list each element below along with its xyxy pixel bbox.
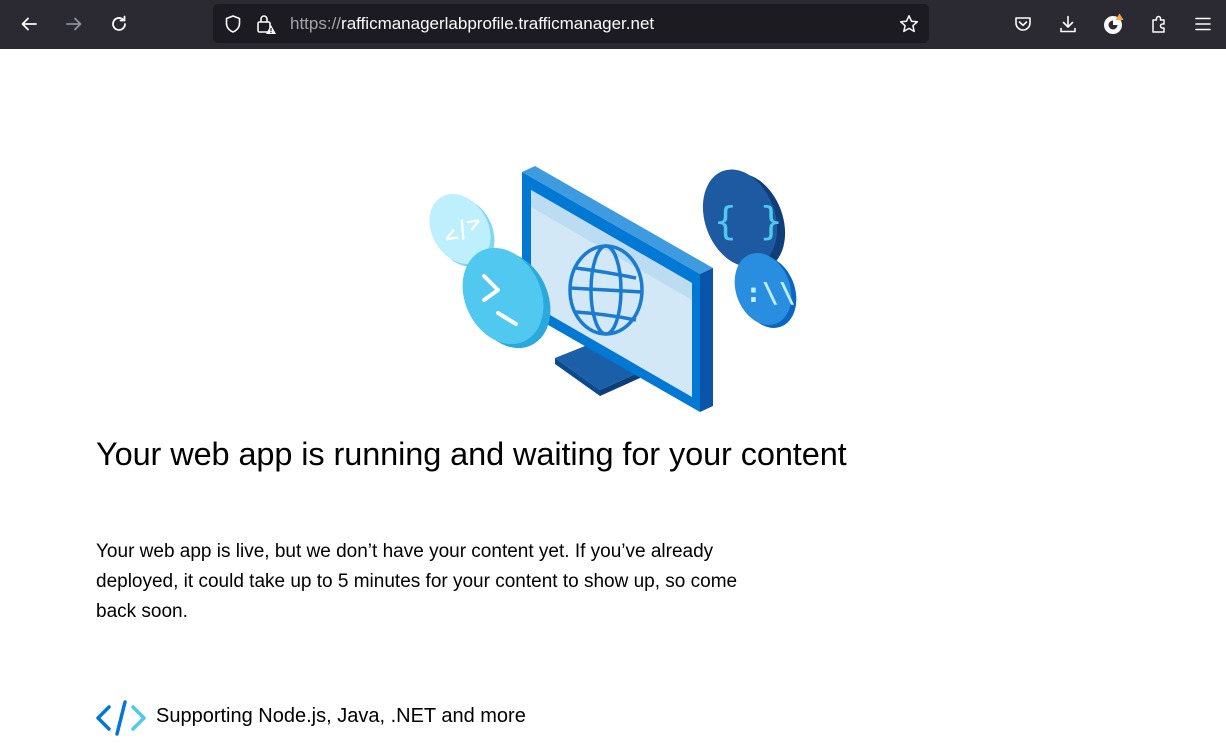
download-icon <box>1060 15 1076 33</box>
browser-toolbar: https://rafficmanagerlabprofile.trafficm… <box>0 0 1226 49</box>
hero-illustration: </> { } :\\ <box>420 155 810 420</box>
extensions-icon <box>1152 15 1165 33</box>
address-bar[interactable]: https://rafficmanagerlabprofile.trafficm… <box>213 4 929 43</box>
account-icon <box>1104 13 1124 34</box>
extensions-button[interactable] <box>1143 8 1175 40</box>
svg-text:{ }: { } <box>714 199 783 243</box>
account-button[interactable] <box>1098 8 1130 40</box>
reload-icon <box>112 15 126 31</box>
pocket-button[interactable] <box>1007 8 1039 40</box>
menu-button[interactable] <box>1187 8 1219 40</box>
url-scheme: https:// <box>290 14 342 33</box>
insecure-lock-icon[interactable] <box>254 12 278 36</box>
reload-button[interactable] <box>103 8 135 40</box>
downloads-button[interactable] <box>1052 8 1084 40</box>
bookmark-star-icon[interactable] <box>897 12 921 36</box>
tracking-shield-icon[interactable] <box>221 12 245 36</box>
menu-icon <box>1195 17 1211 31</box>
back-arrow-icon <box>21 17 37 31</box>
code-brackets-icon <box>96 700 146 741</box>
page-description: Your web app is live, but we don’t have … <box>96 541 738 622</box>
forward-button[interactable] <box>58 8 90 40</box>
url-host: rafficmanagerlabprofile.trafficmanager.n… <box>341 14 655 33</box>
forward-arrow-icon <box>66 17 82 31</box>
pocket-icon <box>1015 17 1031 31</box>
feature-label: Supporting Node.js, Java, .NET and more <box>156 705 526 727</box>
url-text[interactable]: https://rafficmanagerlabprofile.trafficm… <box>290 4 654 43</box>
back-button[interactable] <box>13 8 45 40</box>
page-headline: Your web app is running and waiting for … <box>96 436 847 472</box>
svg-text::\\: :\\ <box>745 276 796 309</box>
